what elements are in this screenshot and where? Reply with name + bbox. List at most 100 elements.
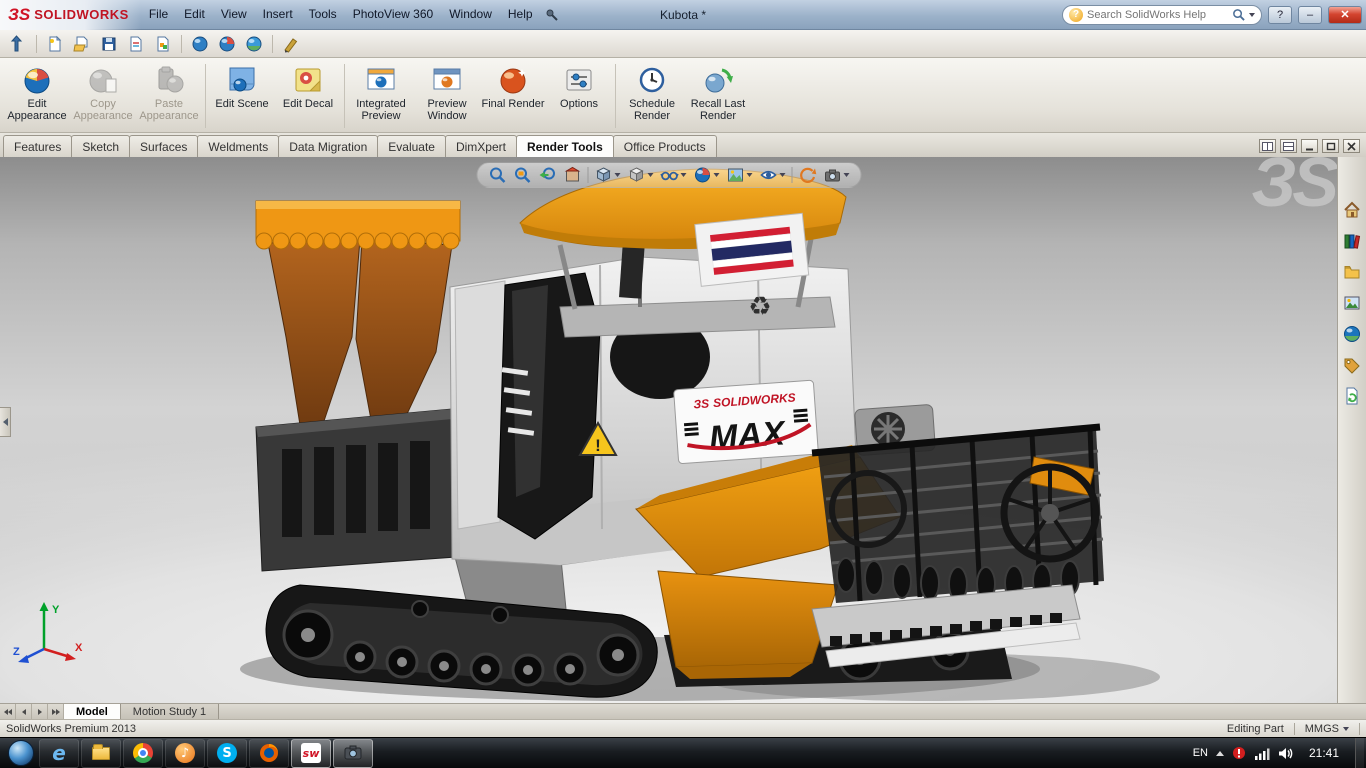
taskbar-solidworks[interactable]: sw (291, 738, 331, 768)
menu-tools[interactable]: Tools (301, 0, 345, 29)
model-kubota-harvester[interactable]: ♻ ЗS SOLIDWORKS MAX ! (0, 157, 1337, 703)
taskbar-internet-explorer[interactable]: e (39, 738, 79, 768)
taskbar-media-player[interactable]: ♪ (165, 738, 205, 768)
units-selector[interactable]: MMGS (1305, 723, 1349, 735)
design-library-icon[interactable] (1340, 230, 1364, 252)
rotate-view-button[interactable] (797, 165, 817, 185)
section-view-button[interactable] (562, 165, 582, 185)
tab-data-migration[interactable]: Data Migration (278, 135, 379, 157)
file-explorer-icon[interactable] (1340, 261, 1364, 283)
model-header-reel[interactable] (811, 423, 1104, 603)
taskbar-snipping-tool[interactable] (333, 738, 373, 768)
tab-scroll-first[interactable] (0, 704, 16, 719)
graphics-area[interactable]: ♻ ЗS SOLIDWORKS MAX ! ЗS Y X Z (0, 157, 1337, 703)
tab-model[interactable]: Model (64, 704, 121, 719)
hide-show-items-button[interactable] (659, 165, 687, 185)
edit-appearance-button[interactable]: Edit Appearance (4, 60, 70, 132)
display-style-button[interactable] (626, 165, 654, 185)
menu-file[interactable]: File (141, 0, 176, 29)
network-icon[interactable] (1254, 747, 1270, 760)
recall-last-render-button[interactable]: Recall Last Render (685, 60, 751, 132)
tab-dimxpert[interactable]: DimXpert (444, 135, 517, 157)
taskbar-firefox[interactable] (249, 738, 289, 768)
custom-properties-icon[interactable] (1340, 354, 1364, 376)
make-drawing-icon[interactable] (124, 32, 148, 56)
search-options-caret[interactable] (1249, 12, 1255, 17)
viewport-split-h-icon[interactable] (1280, 139, 1297, 153)
model-grain-hopper[interactable] (255, 200, 461, 430)
final-render-button[interactable]: Final Render (480, 60, 546, 132)
tab-render-tools[interactable]: Render Tools (515, 135, 614, 157)
tab-sketch[interactable]: Sketch (71, 135, 131, 157)
taskbar-windows-explorer[interactable] (81, 738, 121, 768)
open-document-icon[interactable] (70, 32, 94, 56)
edit-appearance-hud-button[interactable] (692, 165, 720, 185)
help-button[interactable]: ? (1268, 5, 1292, 24)
appearances-scenes-icon[interactable] (1340, 323, 1364, 345)
pen-icon[interactable] (279, 32, 303, 56)
new-document-icon[interactable] (43, 32, 67, 56)
doc-close-button[interactable] (1343, 139, 1360, 153)
preview-window-button[interactable]: Preview Window (414, 60, 480, 132)
doc-restore-button[interactable] (1322, 139, 1339, 153)
close-button[interactable]: ✕ (1328, 5, 1362, 24)
zoom-fit-button[interactable] (487, 165, 507, 185)
document-recovery-icon[interactable] (1340, 385, 1364, 407)
tab-evaluate[interactable]: Evaluate (377, 135, 446, 157)
make-assembly-icon[interactable] (151, 32, 175, 56)
solidworks-resources-icon[interactable] (1340, 199, 1364, 221)
tab-scroll-last[interactable] (48, 704, 64, 719)
search-input[interactable] (1087, 8, 1228, 21)
menu-window[interactable]: Window (441, 0, 500, 29)
menu-insert[interactable]: Insert (255, 0, 301, 29)
language-indicator[interactable]: EN (1193, 747, 1208, 759)
integrated-preview-button[interactable]: Integrated Preview (348, 60, 414, 132)
pin-icon[interactable] (545, 8, 559, 22)
edit-scene-button[interactable]: Edit Scene (209, 60, 275, 132)
tab-motion-study[interactable]: Motion Study 1 (120, 704, 220, 719)
action-center-icon[interactable] (1232, 746, 1246, 760)
tab-scroll-next[interactable] (32, 704, 48, 719)
minimize-button[interactable]: – (1298, 5, 1322, 24)
view-palette-icon[interactable] (1340, 292, 1364, 314)
tab-features[interactable]: Features (3, 135, 73, 157)
start-button[interactable] (4, 738, 38, 768)
menu-help[interactable]: Help (500, 0, 541, 29)
paste-appearance-button[interactable]: Paste Appearance (136, 60, 202, 132)
featuremanager-collapse-handle[interactable] (0, 407, 11, 437)
edit-decal-button[interactable]: Edit Decal (275, 60, 341, 132)
previous-view-button[interactable] (537, 165, 557, 185)
save-icon[interactable] (97, 32, 121, 56)
rebuild-icon[interactable] (188, 32, 212, 56)
tab-surfaces[interactable]: Surfaces (129, 135, 199, 157)
schedule-render-button[interactable]: Schedule Render (619, 60, 685, 132)
options-button[interactable]: Options (546, 60, 612, 132)
clock[interactable]: 21:41 (1301, 746, 1347, 760)
menu-view[interactable]: View (213, 0, 255, 29)
view-orientation-button[interactable] (593, 165, 621, 185)
doc-minimize-button[interactable] (1301, 139, 1318, 153)
help-search[interactable]: ? (1062, 4, 1262, 25)
search-icon[interactable] (1232, 8, 1245, 21)
appearance-sphere-icon[interactable] (215, 32, 239, 56)
menu-photoview[interactable]: PhotoView 360 (345, 0, 442, 29)
camera-button[interactable] (822, 165, 850, 185)
view-settings-button[interactable] (758, 165, 786, 185)
flag-decal[interactable] (694, 212, 810, 287)
model-side-bin[interactable] (255, 408, 457, 572)
viewport-split-icon[interactable] (1259, 139, 1276, 153)
move-pointer-icon[interactable] (6, 32, 30, 56)
scene-sphere-icon[interactable] (242, 32, 266, 56)
tab-scroll-prev[interactable] (16, 704, 32, 719)
apply-scene-button[interactable] (725, 165, 753, 185)
max-decal[interactable]: ЗS SOLIDWORKS MAX (673, 379, 819, 464)
volume-icon[interactable] (1278, 747, 1293, 760)
zoom-area-button[interactable] (512, 165, 532, 185)
menu-edit[interactable]: Edit (176, 0, 213, 29)
recycle-decal[interactable]: ♻ (748, 292, 771, 322)
hidden-icons-button[interactable] (1215, 750, 1224, 756)
copy-appearance-button[interactable]: Copy Appearance (70, 60, 136, 132)
taskbar-skype[interactable]: S (207, 738, 247, 768)
taskbar-chrome[interactable] (123, 738, 163, 768)
show-desktop-button[interactable] (1355, 737, 1364, 768)
